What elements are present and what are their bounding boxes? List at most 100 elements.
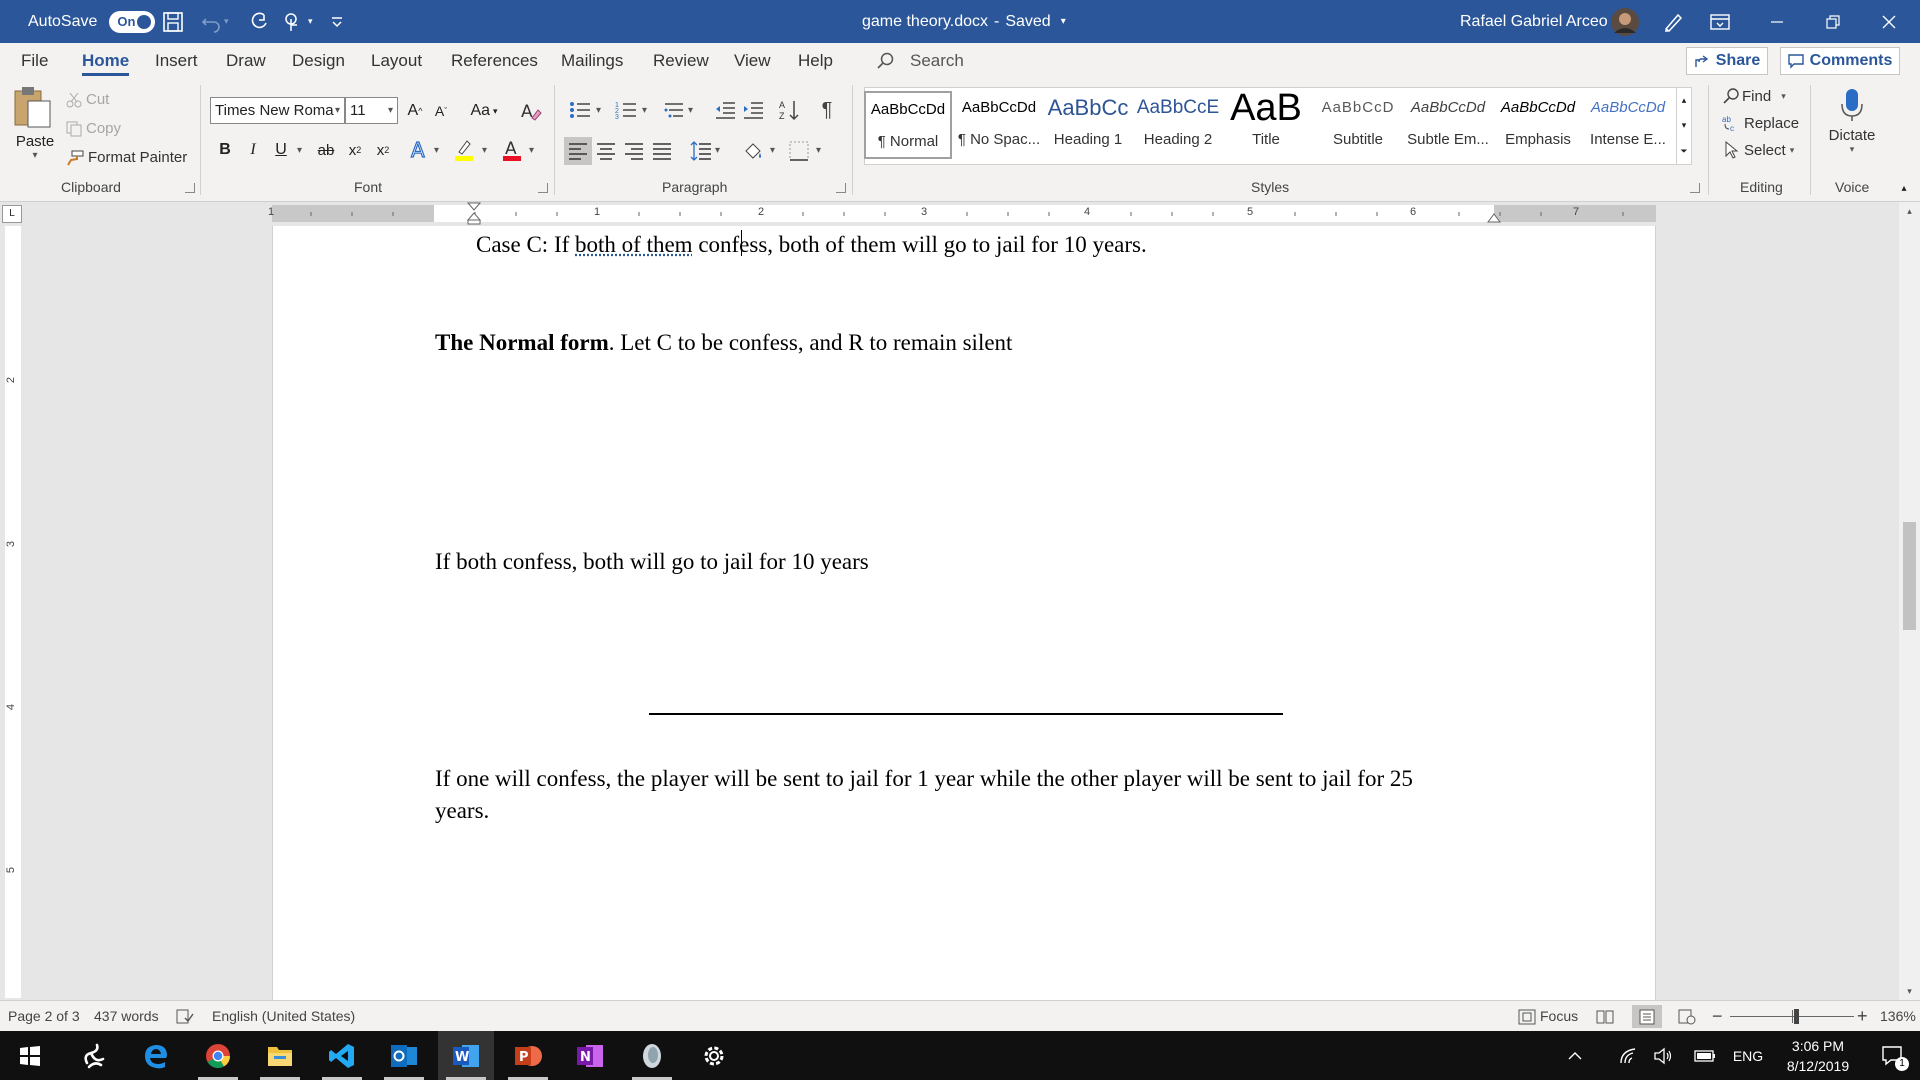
- align-right-icon[interactable]: [620, 137, 648, 165]
- user-name[interactable]: Rafael Gabriel Arceo: [1460, 0, 1608, 43]
- paragraph-case-c[interactable]: Case C: If both of them confess, both of…: [476, 232, 1147, 258]
- document-title[interactable]: game theory.docx - Saved ▾: [862, 0, 1066, 43]
- justify-icon[interactable]: [648, 137, 676, 165]
- paragraph-normal-form[interactable]: The Normal form. Let C to be confess, an…: [435, 330, 1012, 356]
- collapse-ribbon-icon[interactable]: ▴: [1896, 181, 1912, 195]
- replace-button[interactable]: ab c Replace: [1722, 114, 1799, 133]
- word-icon[interactable]: W: [438, 1031, 494, 1080]
- style-subtle-emphasis[interactable]: AaBbCcDd Subtle Em...: [1404, 91, 1492, 159]
- grammar-flagged-text[interactable]: both of them: [575, 232, 693, 257]
- battery-icon[interactable]: [1690, 1031, 1720, 1080]
- tab-references[interactable]: References: [451, 43, 538, 79]
- scroll-up-icon[interactable]: ▴: [1899, 202, 1920, 220]
- restore-icon[interactable]: [1826, 0, 1840, 43]
- file-explorer-icon[interactable]: [252, 1031, 308, 1080]
- tab-file[interactable]: File: [21, 43, 48, 79]
- chevron-down-icon[interactable]: ▾: [1677, 113, 1691, 138]
- vscode-icon[interactable]: [314, 1031, 370, 1080]
- ribbon-display-icon[interactable]: [1710, 0, 1730, 43]
- style-emphasis[interactable]: AaBbCcDd Emphasis: [1494, 91, 1582, 159]
- clear-formatting-icon[interactable]: A: [518, 99, 544, 123]
- highlight-icon[interactable]: [452, 137, 476, 163]
- customize-toolbar-icon[interactable]: [330, 0, 344, 43]
- page-count[interactable]: Page 2 of 3: [8, 1001, 80, 1032]
- grow-font-icon[interactable]: A ^: [404, 99, 426, 123]
- comments-button[interactable]: Comments: [1780, 47, 1900, 75]
- word-count[interactable]: 437 words: [94, 1001, 159, 1032]
- find-button[interactable]: Find ▾: [1722, 87, 1786, 105]
- more-styles-icon[interactable]: ⏷: [1677, 138, 1691, 164]
- save-icon[interactable]: [162, 0, 184, 43]
- tab-layout[interactable]: Layout: [371, 43, 422, 79]
- redo-icon[interactable]: [248, 0, 270, 43]
- scroll-down-icon[interactable]: ▾: [1899, 982, 1920, 1000]
- app-icon[interactable]: [66, 1031, 122, 1080]
- font-name-combo[interactable]: Times New Roma ▾: [210, 97, 345, 124]
- pen-icon[interactable]: [1662, 0, 1684, 43]
- onenote-icon[interactable]: N: [562, 1031, 618, 1080]
- zoom-slider-thumb[interactable]: [1794, 1009, 1799, 1024]
- shading-icon[interactable]: [740, 137, 766, 165]
- font-launcher-icon[interactable]: [538, 183, 548, 193]
- document-page[interactable]: Case C: If both of them confess, both of…: [272, 226, 1656, 1000]
- vertical-scrollbar[interactable]: ▴ ▾: [1899, 202, 1920, 1000]
- copy-button[interactable]: Copy: [66, 120, 121, 137]
- chevron-down-icon[interactable]: ▾: [715, 145, 720, 156]
- cut-button[interactable]: Cut: [66, 91, 109, 108]
- italic-icon[interactable]: I: [242, 137, 264, 163]
- scroll-thumb[interactable]: [1903, 522, 1916, 630]
- align-center-icon[interactable]: [592, 137, 620, 165]
- search-box[interactable]: Search: [876, 43, 964, 79]
- change-case-button[interactable]: Aa ▾: [464, 99, 504, 123]
- chevron-up-icon[interactable]: [1560, 1031, 1590, 1080]
- read-mode-icon[interactable]: [1596, 1001, 1614, 1032]
- notifications-icon[interactable]: 1: [1870, 1031, 1916, 1080]
- tab-help[interactable]: Help: [798, 43, 833, 79]
- avatar[interactable]: [1610, 0, 1640, 43]
- font-color-icon[interactable]: A: [500, 137, 524, 163]
- style-normal[interactable]: AaBbCcDd ¶ Normal: [864, 91, 952, 159]
- underline-icon[interactable]: U: [270, 137, 292, 163]
- autosave[interactable]: AutoSave On: [28, 0, 156, 43]
- styles-launcher-icon[interactable]: [1690, 183, 1700, 193]
- zoom-in-icon[interactable]: +: [1857, 1001, 1868, 1032]
- select-button[interactable]: Select ▾: [1722, 141, 1794, 159]
- show-formatting-icon[interactable]: ¶: [814, 97, 840, 123]
- input-language[interactable]: ENG: [1728, 1031, 1768, 1080]
- tab-view[interactable]: View: [734, 43, 771, 79]
- format-painter-button[interactable]: Format Painter: [66, 149, 187, 166]
- style-intense-emphasis[interactable]: AaBbCcDd Intense E...: [1584, 91, 1672, 159]
- bold-icon[interactable]: B: [214, 137, 236, 163]
- right-indent-marker[interactable]: [1487, 212, 1501, 224]
- chevron-down-icon[interactable]: ▾: [596, 105, 601, 116]
- web-layout-icon[interactable]: [1678, 1001, 1696, 1032]
- tab-draw[interactable]: Draw: [226, 43, 266, 79]
- chevron-down-icon[interactable]: ▾: [770, 145, 775, 156]
- tab-insert[interactable]: Insert: [155, 43, 198, 79]
- zoom-out-icon[interactable]: −: [1712, 1001, 1723, 1032]
- undo-icon[interactable]: ▾: [200, 0, 229, 43]
- text-effects-icon[interactable]: A: [408, 137, 432, 163]
- zoom-level[interactable]: 136%: [1880, 1001, 1916, 1032]
- edge-icon[interactable]: [128, 1031, 184, 1080]
- multilevel-list-icon[interactable]: [660, 97, 688, 123]
- shrink-font-icon[interactable]: Aˇ: [430, 99, 452, 123]
- style-heading-2[interactable]: AaBbCcE Heading 2: [1134, 91, 1222, 159]
- decrease-indent-icon[interactable]: [712, 97, 738, 123]
- touch-mode-icon[interactable]: ▾: [282, 0, 313, 43]
- print-layout-icon[interactable]: [1632, 1005, 1662, 1028]
- dictate-button[interactable]: Dictate ▾: [1822, 87, 1882, 167]
- style-subtitle[interactable]: AaBbCcD Subtitle: [1314, 91, 1402, 159]
- bullets-icon[interactable]: [566, 97, 594, 123]
- chevron-down-icon[interactable]: ▾: [688, 105, 693, 116]
- style-title[interactable]: AaB Title: [1222, 91, 1310, 159]
- increase-indent-icon[interactable]: [740, 97, 766, 123]
- chevron-down-icon[interactable]: ▾: [434, 145, 439, 156]
- chevron-down-icon[interactable]: ▾: [816, 145, 821, 156]
- numbering-icon[interactable]: 123: [612, 97, 640, 123]
- settings-icon[interactable]: [686, 1031, 742, 1080]
- style-heading-1[interactable]: AaBbCc Heading 1: [1044, 91, 1132, 159]
- windows-start-icon[interactable]: [2, 1031, 58, 1080]
- chevron-down-icon[interactable]: ▾: [529, 145, 534, 156]
- chevron-up-icon[interactable]: ▴: [1677, 88, 1691, 113]
